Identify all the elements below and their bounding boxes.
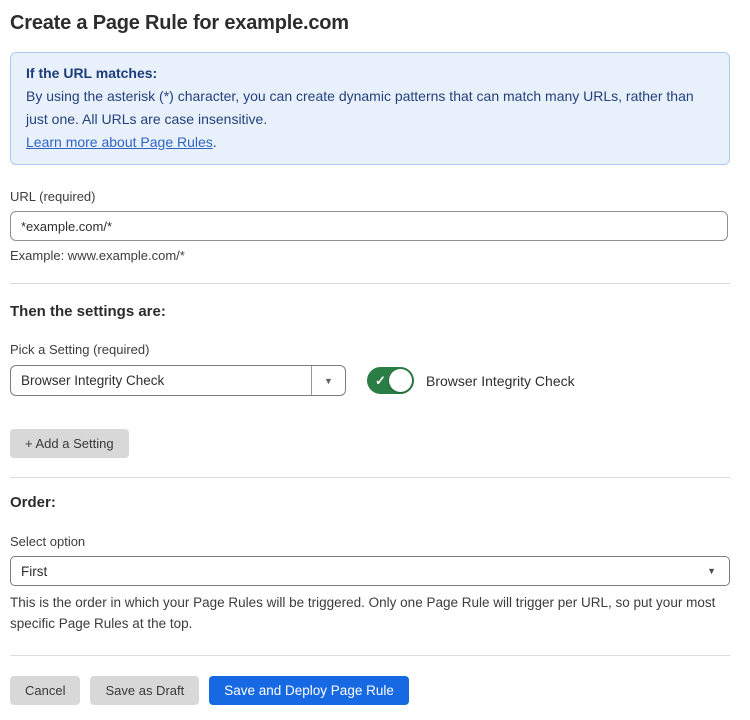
- browser-integrity-toggle[interactable]: ✓: [367, 367, 414, 394]
- chevron-down-icon: ▼: [324, 376, 333, 386]
- order-select-value: First: [11, 564, 707, 579]
- divider: [10, 655, 730, 656]
- order-section-heading: Order:: [10, 494, 730, 511]
- add-setting-button[interactable]: + Add a Setting: [10, 429, 129, 458]
- learn-more-link[interactable]: Learn more about Page Rules: [26, 134, 213, 150]
- order-select-label: Select option: [10, 534, 730, 549]
- info-box-heading: If the URL matches:: [26, 62, 714, 85]
- toggle-label: Browser Integrity Check: [426, 373, 575, 389]
- setting-row: Browser Integrity Check ▼ ✓ Browser Inte…: [10, 365, 730, 396]
- cancel-button[interactable]: Cancel: [10, 676, 80, 705]
- order-select[interactable]: First ▼: [10, 556, 730, 586]
- setting-select-arrow-segment[interactable]: ▼: [311, 366, 345, 395]
- setting-select[interactable]: Browser Integrity Check ▼: [10, 365, 346, 396]
- pick-setting-label: Pick a Setting (required): [10, 342, 730, 357]
- setting-select-value: Browser Integrity Check: [11, 366, 311, 395]
- toggle-knob: [389, 369, 412, 392]
- save-as-draft-button[interactable]: Save as Draft: [90, 676, 199, 705]
- form-actions: Cancel Save as Draft Save and Deploy Pag…: [10, 676, 730, 705]
- url-example-helper: Example: www.example.com/*: [10, 248, 730, 263]
- create-page-rule-form: Create a Page Rule for example.com If th…: [0, 12, 730, 705]
- link-suffix: .: [213, 134, 217, 150]
- save-and-deploy-button[interactable]: Save and Deploy Page Rule: [209, 676, 409, 705]
- url-input[interactable]: [10, 211, 728, 241]
- settings-section-heading: Then the settings are:: [10, 303, 730, 320]
- url-match-info-box: If the URL matches: By using the asteris…: [10, 52, 730, 165]
- order-helper-text: This is the order in which your Page Rul…: [10, 592, 730, 634]
- url-field-label: URL (required): [10, 189, 730, 204]
- info-box-link-line: Learn more about Page Rules.: [26, 131, 714, 154]
- chevron-down-icon: ▼: [707, 566, 729, 576]
- divider: [10, 283, 730, 284]
- check-icon: ✓: [375, 374, 386, 387]
- divider: [10, 477, 730, 478]
- page-title: Create a Page Rule for example.com: [10, 12, 730, 35]
- info-box-body: By using the asterisk (*) character, you…: [26, 85, 714, 131]
